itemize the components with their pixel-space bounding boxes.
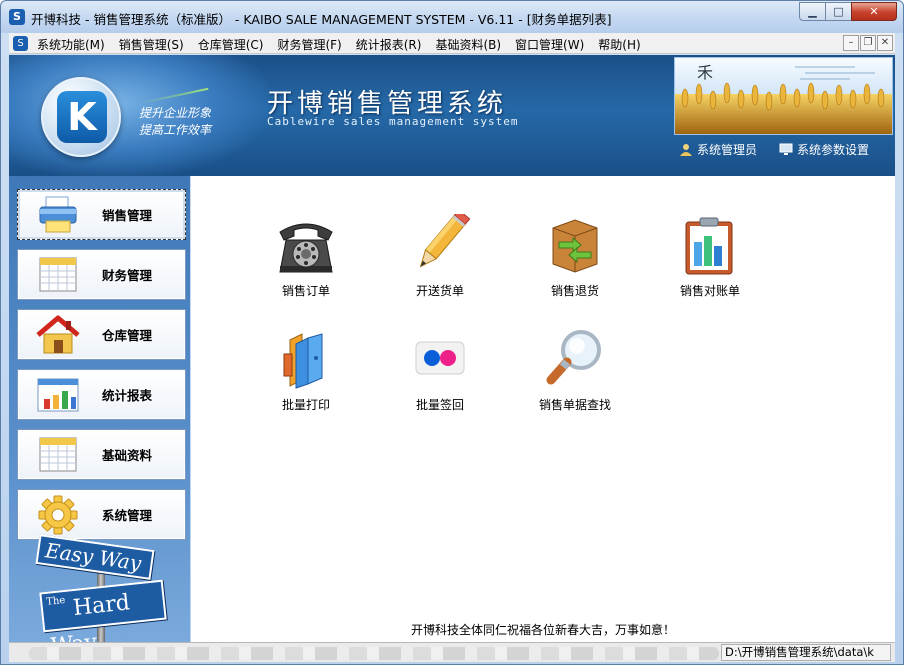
close-button[interactable]: ✕ [851,2,897,21]
printer-icon [36,195,80,235]
sidebar-item-system[interactable]: 系统管理 [17,489,186,540]
current-user-link[interactable]: 系统管理员 [679,141,757,158]
status-bar: D:\开博销售管理系统\data\k [9,642,895,662]
return-box-icon [543,214,607,276]
mdi-restore-button[interactable]: ❐ [860,35,876,51]
clipboard-chart-icon [678,214,742,276]
greeting-message: 开博科技全体同仁祝福各位新春大吉，万事如意！ [411,623,676,637]
window-title: 开博科技 - 销售管理系统（标准版） - KAIBO SALE MANAGEME… [31,12,612,27]
app-logo-icon: S [9,9,25,25]
batch-signback-label: 批量签回 [415,398,464,412]
sales-order-shortcut[interactable]: 销售订单 [251,214,361,299]
menu-reports[interactable]: 统计报表(R) [356,36,422,53]
menu-items: 系统功能(M) 销售管理(S) 仓库管理(C) 财务管理(F) 统计报表(R) … [37,36,655,53]
slogan: 提升企业形象 提高工作效率 [139,105,211,139]
system-settings-label: 系统参数设置 [796,143,869,157]
user-icon [679,144,692,156]
left-sidebar: 销售管理 财务管理 仓库管理 统计报表 基础资料 系统管理 Easy Way T… [9,176,190,660]
mdi-close-button[interactable]: ✕ [877,35,893,51]
street-sign-image: Easy Way The Hard Way [29,534,179,660]
sidebar-item-label: 财务管理 [102,268,153,283]
menu-sales[interactable]: 销售管理(S) [119,36,184,53]
mdi-controls: – ❐ ✕ [842,35,893,51]
status-message-redacted [29,647,719,660]
sidebar-item-label: 基础资料 [102,448,153,463]
menu-bar: S 系统功能(M) 销售管理(S) 仓库管理(C) 财务管理(F) 统计报表(R… [9,33,895,54]
sales-statement-label: 销售对账单 [679,284,740,298]
monitor-icon [779,143,793,155]
menu-system[interactable]: 系统功能(M) [37,36,105,53]
wheat-field-image: 禾 [674,57,893,135]
main-panel: 销售订单 开送货单 销售退货 销售对账单 批量打印 批量签回 销售单据查找 开博… [191,176,895,642]
current-user-label: 系统管理员 [696,143,757,157]
slogan-line-1: 提升企业形象 [139,106,212,120]
menu-warehouse[interactable]: 仓库管理(C) [198,36,264,53]
hard-way-sign: The Hard Way [39,579,167,660]
hard-way-sign-prefix: The [45,594,66,608]
sidebar-item-label: 销售管理 [102,208,153,223]
sidebar-item-label: 仓库管理 [102,328,153,343]
wheat-field-art: 禾 [675,58,892,134]
slogan-line-2: 提高工作效率 [139,123,212,137]
easy-way-sign: Easy Way [35,534,155,580]
gear-icon [36,495,80,535]
spreadsheet-icon [36,255,80,295]
sidebar-item-label: 统计报表 [102,388,153,403]
header-links: 系统管理员 系统参数设置 [657,141,869,158]
batch-signback-shortcut[interactable]: 批量签回 [385,328,495,413]
batch-print-shortcut[interactable]: 批量打印 [251,328,361,413]
system-settings-link[interactable]: 系统参数设置 [779,141,869,158]
company-logo: K [41,77,121,157]
app-window: S 开博科技 - 销售管理系统（标准版） - KAIBO SALE MANAGE… [0,0,904,665]
mdi-minimize-button[interactable]: – [843,35,859,51]
sales-document-search-label: 销售单据查找 [538,398,611,412]
system-subtitle: Cablewire sales management system [267,115,519,128]
pencil-icon [408,209,472,276]
logo-letter: K [57,91,107,143]
maximize-button[interactable]: □ [825,2,852,21]
delivery-note-shortcut[interactable]: 开送货单 [385,209,495,299]
svg-text:禾: 禾 [697,63,713,82]
table-icon [36,435,80,475]
sidebar-item-reports[interactable]: 统计报表 [17,369,186,420]
menu-basic-data[interactable]: 基础资料(B) [435,36,501,53]
window-controls: ▁ □ ✕ [799,2,897,21]
status-data-path: D:\开博销售管理系统\data\k [721,644,891,661]
sales-order-label: 销售订单 [281,284,330,298]
sidebar-item-sales[interactable]: 销售管理 [17,189,186,240]
menu-window[interactable]: 窗口管理(W) [515,36,584,53]
telephone-icon [274,214,338,276]
sidebar-item-basic-data[interactable]: 基础资料 [17,429,186,480]
sales-document-search-shortcut[interactable]: 销售单据查找 [520,328,630,413]
flickr-dots-icon [408,328,472,390]
minimize-button[interactable]: ▁ [799,2,826,21]
menu-finance[interactable]: 财务管理(F) [277,36,341,53]
sales-return-label: 销售退货 [550,284,599,298]
batch-print-label: 批量打印 [281,398,330,412]
magnifier-icon [543,328,607,390]
bar-chart-icon [36,375,80,415]
title-bar[interactable]: S 开博科技 - 销售管理系统（标准版） - KAIBO SALE MANAGE… [1,1,903,33]
delivery-note-label: 开送货单 [415,284,464,298]
sales-return-shortcut[interactable]: 销售退货 [520,214,630,299]
menu-help[interactable]: 帮助(H) [598,36,640,53]
system-menu-icon[interactable]: S [13,36,28,51]
sales-statement-shortcut[interactable]: 销售对账单 [655,214,765,299]
sidebar-item-warehouse[interactable]: 仓库管理 [17,309,186,360]
house-icon [36,315,80,355]
sidebar-item-finance[interactable]: 财务管理 [17,249,186,300]
books-icon [274,328,338,390]
header-banner: K 提升企业形象 提高工作效率 开博销售管理系统 Cablewire sales… [9,55,895,176]
sidebar-item-label: 系统管理 [102,508,153,523]
